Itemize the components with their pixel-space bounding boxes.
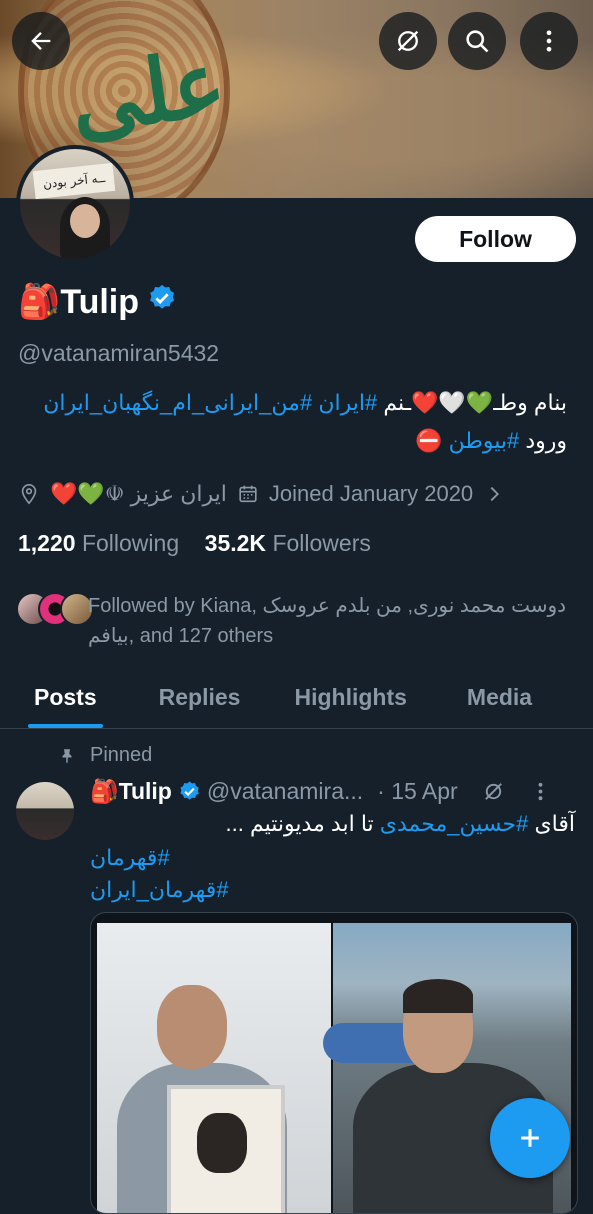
post-text: آقای #حسین_محمدی تا ابد مدیونتیم ... bbox=[85, 808, 576, 840]
avatar-sign: ــه آخر بودن bbox=[32, 162, 116, 200]
post-header: 🎒Tulip @vatanamira... · 15 Apr bbox=[90, 778, 552, 805]
post-text-part: آقای bbox=[528, 811, 575, 836]
bio-line-2: ورود #بیوطن ⛔ bbox=[7, 422, 567, 460]
back-arrow-icon bbox=[31, 32, 51, 50]
tab-highlights[interactable]: Highlights bbox=[294, 670, 406, 728]
plus-icon bbox=[521, 1129, 539, 1147]
joined-date: Joined January 2020 bbox=[268, 481, 474, 506]
back-button[interactable] bbox=[12, 12, 70, 70]
no-entry-emoji: ⛔ bbox=[415, 428, 443, 453]
photo-face bbox=[157, 985, 227, 1069]
bio-text: ورود bbox=[519, 428, 567, 453]
profile-name: 🎒Tulip bbox=[18, 282, 177, 322]
tab-media[interactable]: Media bbox=[467, 670, 532, 728]
grok-button[interactable] bbox=[379, 12, 437, 70]
following-label: Following bbox=[81, 530, 180, 556]
bio-text: بنام وطـ💚🤍❤️ـنم bbox=[377, 390, 567, 415]
calendar-icon bbox=[239, 485, 257, 503]
profile-name-text: 🎒Tulip bbox=[18, 283, 140, 321]
profile-location: ایران عزیز ☫💚❤️ bbox=[50, 481, 227, 506]
more-vertical-icon bbox=[546, 30, 552, 52]
pinned-label: Pinned bbox=[90, 744, 153, 766]
photo-hair bbox=[403, 979, 473, 1013]
search-icon bbox=[466, 30, 489, 53]
followed-by-avatars[interactable] bbox=[16, 592, 94, 626]
pinned-indicator: Pinned bbox=[58, 744, 152, 767]
post-author-name[interactable]: 🎒Tulip bbox=[90, 778, 172, 805]
grok-slash-circle-icon[interactable] bbox=[482, 780, 505, 803]
hashtag-link[interactable]: #بیوطن bbox=[449, 428, 520, 453]
pin-icon bbox=[62, 748, 72, 763]
bio-line-1: بنام وطـ💚🤍❤️ـنم #ایران #من_ایرانی_ام_نگه… bbox=[7, 384, 567, 422]
followed-by-text[interactable]: Followed by Kiana, دوست محمد نوری, من بل… bbox=[88, 591, 588, 651]
followers-count: 35.2K bbox=[204, 530, 267, 556]
profile-stats: 1,220 Following 35.2K Followers bbox=[18, 530, 371, 557]
compose-button[interactable] bbox=[490, 1098, 570, 1178]
post-text-part: تا ابد مدیونتیم ... bbox=[225, 811, 380, 836]
more-button[interactable] bbox=[520, 12, 578, 70]
verified-badge-icon[interactable] bbox=[147, 283, 177, 322]
tab-replies[interactable]: Replies bbox=[159, 670, 241, 728]
profile-tabs: Posts Replies Highlights Media bbox=[0, 670, 593, 729]
search-button[interactable] bbox=[448, 12, 506, 70]
verified-badge-icon bbox=[180, 781, 199, 800]
hashtag-link[interactable]: #من_ایرانی_ام_نگهبان_ایران bbox=[43, 390, 312, 415]
hashtag-link[interactable]: #قهرمان_ایران bbox=[90, 874, 229, 906]
profile-handle: @vatanamiran5432 bbox=[18, 340, 220, 366]
post-author-handle[interactable]: @vatanamira... bbox=[207, 778, 363, 805]
profile-avatar[interactable]: ــه آخر بودن bbox=[16, 145, 134, 263]
hashtag-link[interactable]: #حسین_محمدی bbox=[380, 811, 529, 836]
profile-meta: ایران عزیز ☫💚❤️ Joined January 2020 bbox=[18, 478, 505, 510]
portrait-figure bbox=[197, 1113, 247, 1173]
followers-label: Followers bbox=[272, 530, 371, 556]
profile-bio: بنام وطـ💚🤍❤️ـنم #ایران #من_ایرانی_ام_نگه… bbox=[7, 384, 567, 460]
media-photo-left[interactable] bbox=[97, 923, 331, 1213]
banner-calligraphy: علی bbox=[63, 29, 232, 155]
avatar-face bbox=[70, 204, 100, 238]
following-link[interactable]: 1,220 Following bbox=[18, 530, 179, 556]
chevron-right-icon[interactable] bbox=[483, 483, 505, 505]
more-vertical-icon[interactable] bbox=[529, 780, 552, 803]
hashtag-link[interactable]: #قهرمان bbox=[90, 842, 229, 874]
post-date[interactable]: · 15 Apr bbox=[377, 778, 458, 805]
followers-link[interactable]: 35.2K Followers bbox=[205, 530, 371, 556]
tab-posts[interactable]: Posts bbox=[28, 670, 103, 728]
following-count: 1,220 bbox=[18, 530, 76, 556]
hashtag-link[interactable]: #ایران bbox=[318, 390, 377, 415]
grok-slash-circle-icon bbox=[397, 30, 419, 52]
post-author-avatar[interactable] bbox=[16, 782, 74, 840]
location-pin-icon bbox=[21, 484, 37, 505]
post-hashtags: #قهرمان #قهرمان_ایران bbox=[90, 842, 229, 906]
follow-button[interactable]: Follow bbox=[415, 216, 576, 262]
